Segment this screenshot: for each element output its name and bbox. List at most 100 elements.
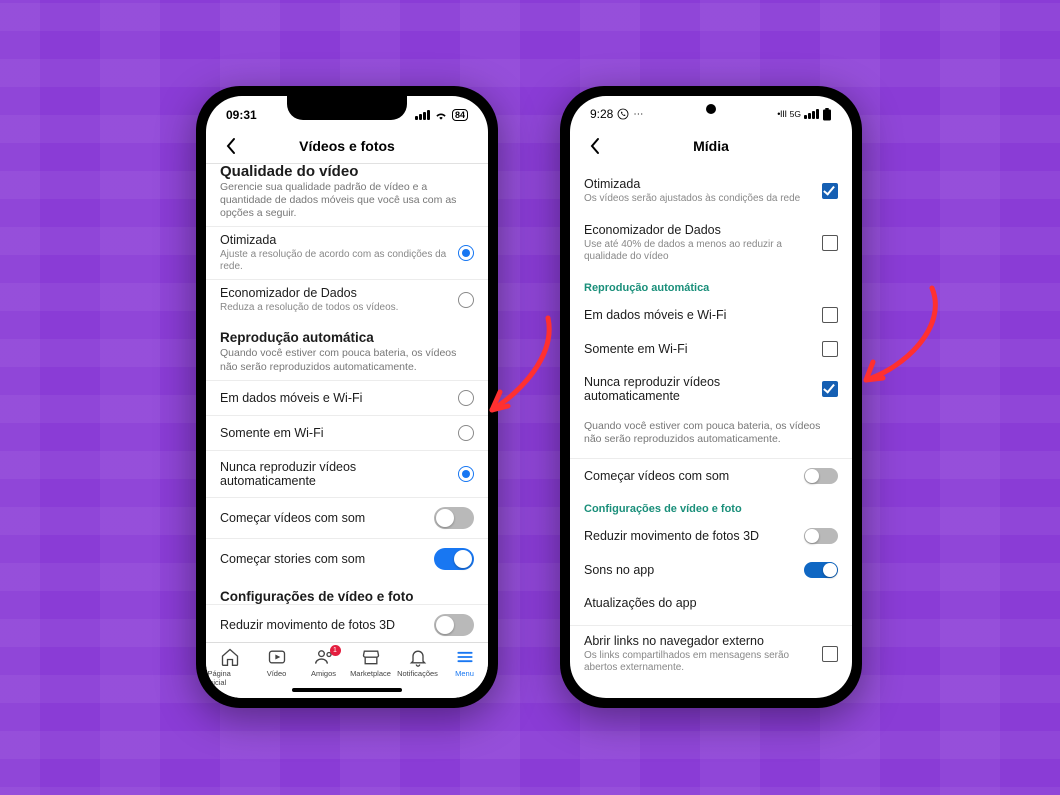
notification-badge: 1 xyxy=(330,645,341,656)
camera-hole xyxy=(706,104,716,114)
option-label: Abrir links no navegador externo xyxy=(584,634,812,648)
checkbox-icon[interactable] xyxy=(822,183,838,199)
tab-label: Vídeo xyxy=(267,669,287,678)
back-button[interactable] xyxy=(216,128,246,163)
option-label: Reduzir movimento de fotos 3D xyxy=(220,618,424,632)
checkbox-icon[interactable] xyxy=(822,381,838,397)
chevron-left-icon xyxy=(225,137,237,155)
status-time: 9:28 xyxy=(590,107,613,121)
radio-icon[interactable] xyxy=(458,245,474,261)
radio-icon[interactable] xyxy=(458,425,474,441)
switch-icon[interactable] xyxy=(804,468,838,484)
phone-android: 9:28 ⋯ •III 5G Mídia Otimizada xyxy=(560,86,862,708)
radio-icon[interactable] xyxy=(458,292,474,308)
ellipsis-icon: ⋯ xyxy=(633,109,643,120)
battery-badge: 84 xyxy=(452,109,468,121)
option-label: Atualizações do app xyxy=(584,596,838,610)
option-optimized-label: Otimizada xyxy=(220,233,448,247)
checkbox-icon[interactable] xyxy=(822,646,838,662)
toggle-video-sound[interactable]: Começar vídeos com som xyxy=(570,459,852,493)
background xyxy=(0,0,1060,795)
option-label: Nunca reproduzir vídeos automaticamente xyxy=(220,460,448,488)
whatsapp-icon xyxy=(617,108,629,120)
option-label: Em dados móveis e Wi-Fi xyxy=(584,308,812,322)
option-label: Começar stories com som xyxy=(220,552,424,566)
tab-marketplace[interactable]: Marketplace xyxy=(349,647,393,678)
tab-menu[interactable]: Menu xyxy=(443,647,487,678)
video-icon xyxy=(266,647,288,667)
checkbox-icon[interactable] xyxy=(822,307,838,323)
checkbox-icon[interactable] xyxy=(822,235,838,251)
status-time: 09:31 xyxy=(226,108,257,122)
option-sub: Os links compartilhados em mensagens ser… xyxy=(584,650,812,674)
tab-label: Página inicial xyxy=(208,669,252,687)
settings-content-ios[interactable]: Qualidade do vídeo Gerencie sua qualidad… xyxy=(206,164,488,642)
section-autoplay-title: Reprodução automática xyxy=(206,320,488,345)
option-label: Começar vídeos com som xyxy=(220,511,424,525)
option-auto-wifi-data[interactable]: Em dados móveis e Wi-Fi xyxy=(206,380,488,415)
switch-icon[interactable] xyxy=(804,528,838,544)
section-autoplay-title: Reprodução automática xyxy=(570,272,852,298)
section-quality-sub: Gerencie sua qualidade padrão de vídeo e… xyxy=(206,179,488,226)
option-label: Começar vídeos com som xyxy=(584,469,794,483)
signal-icon xyxy=(804,109,819,119)
notch xyxy=(287,96,407,120)
checkbox-icon[interactable] xyxy=(822,341,838,357)
phone-ios: 09:31 84 Vídeos e fotos Qualidade do víd… xyxy=(196,86,498,708)
wifi-icon xyxy=(434,109,448,121)
option-auto-wifi-data[interactable]: Em dados móveis e Wi-Fi xyxy=(570,298,852,332)
option-auto-never[interactable]: Nunca reproduzir vídeos automaticamente xyxy=(570,366,852,412)
radio-icon[interactable] xyxy=(458,466,474,482)
option-datasaver[interactable]: Economizador de Dados Use até 40% de dad… xyxy=(570,214,852,272)
back-button[interactable] xyxy=(580,128,610,164)
option-label: Nunca reproduzir vídeos automaticamente xyxy=(584,375,812,403)
option-auto-wifi[interactable]: Somente em Wi-Fi xyxy=(206,415,488,450)
toggle-stories-sound[interactable]: Começar stories com som xyxy=(206,538,488,579)
home-icon xyxy=(219,647,241,667)
switch-icon[interactable] xyxy=(434,507,474,529)
option-optimized-label: Otimizada xyxy=(584,177,812,191)
tab-label: Amigos xyxy=(311,669,336,678)
autoplay-note: Quando você estiver com pouca bateria, o… xyxy=(570,412,852,452)
tab-friends[interactable]: 1 Amigos xyxy=(302,647,346,678)
section-conf-title: Configurações de vídeo e foto xyxy=(570,493,852,519)
battery-icon xyxy=(822,108,832,121)
option-auto-wifi[interactable]: Somente em Wi-Fi xyxy=(570,332,852,366)
toggle-app-sounds[interactable]: Sons no app xyxy=(570,553,852,587)
option-datasaver[interactable]: Economizador de Dados Reduza a resolução… xyxy=(206,279,488,320)
option-datasaver-sub: Reduza a resolução de todos os vídeos. xyxy=(220,302,448,314)
option-auto-never[interactable]: Nunca reproduzir vídeos automaticamente xyxy=(206,450,488,497)
row-app-updates[interactable]: Atualizações do app xyxy=(570,587,852,619)
option-label: Sons no app xyxy=(584,563,794,577)
tab-label: Menu xyxy=(455,669,474,678)
bell-icon xyxy=(407,647,429,667)
switch-icon[interactable] xyxy=(804,562,838,578)
page-title: Mídia xyxy=(570,138,852,154)
tab-home[interactable]: Página inicial xyxy=(208,647,252,687)
tab-notifications[interactable]: Notificações xyxy=(396,647,440,678)
tab-bar: Página inicial Vídeo 1 Amigos Marketplac… xyxy=(206,642,488,698)
section-autoplay-sub: Quando você estiver com pouca bateria, o… xyxy=(206,345,488,379)
tab-label: Marketplace xyxy=(350,669,391,678)
radio-icon[interactable] xyxy=(458,390,474,406)
tab-video[interactable]: Vídeo xyxy=(255,647,299,678)
signal-icon xyxy=(415,110,430,120)
toggle-video-sound[interactable]: Começar vídeos com som xyxy=(206,497,488,538)
option-optimized[interactable]: Otimizada Ajuste a resolução de acordo c… xyxy=(206,226,488,279)
menu-icon xyxy=(454,647,476,667)
switch-icon[interactable] xyxy=(434,614,474,636)
option-datasaver-label: Economizador de Dados xyxy=(220,286,448,300)
switch-icon[interactable] xyxy=(434,548,474,570)
option-datasaver-sub: Use até 40% de dados a menos ao reduzir … xyxy=(584,239,812,263)
chevron-left-icon xyxy=(589,137,601,155)
section-quality-title-cropped: Qualidade do vídeo xyxy=(206,165,488,179)
settings-content-android[interactable]: Otimizada Os vídeos serão ajustados às c… xyxy=(570,164,852,698)
option-optimized[interactable]: Otimizada Os vídeos serão ajustados às c… xyxy=(570,168,852,214)
toggle-external-browser[interactable]: Abrir links no navegador externo Os link… xyxy=(570,625,852,683)
option-label: Em dados móveis e Wi-Fi xyxy=(220,391,448,405)
option-optimized-sub: Ajuste a resolução de acordo com as cond… xyxy=(220,249,448,273)
page-title: Vídeos e fotos xyxy=(206,138,488,154)
toggle-reduce-3d[interactable]: Reduzir movimento de fotos 3D xyxy=(570,519,852,553)
section-conf-title: Configurações de vídeo e foto xyxy=(206,579,488,604)
toggle-reduce-3d[interactable]: Reduzir movimento de fotos 3D xyxy=(206,604,488,642)
